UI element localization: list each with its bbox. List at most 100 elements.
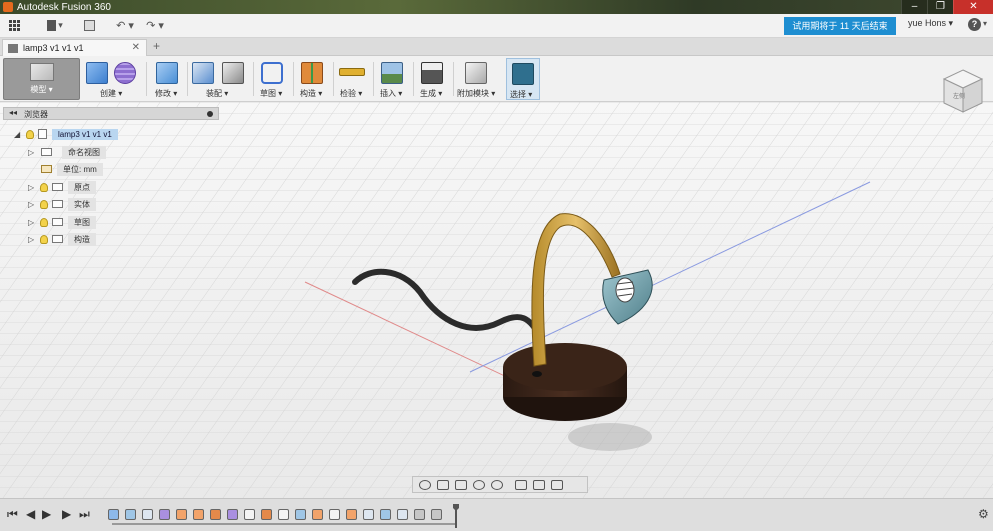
timeline-feature-icon[interactable]	[210, 509, 221, 520]
ribbon-toolbar: 模型 ▾ 创建 ▾ 修改 ▾ 装配 ▾ 草图 ▾ 构造 ▾ 检验 ▾ 插入 ▾ …	[0, 56, 993, 102]
tree-item-units[interactable]: 单位: mm	[28, 162, 103, 176]
tree-root[interactable]: ◢ lamp3 v1 v1 v1	[14, 127, 118, 141]
pan-hand-icon[interactable]	[455, 479, 467, 490]
select-tool[interactable]: 选择 ▾	[506, 58, 540, 100]
expand-arrow-icon[interactable]: ▷	[28, 218, 36, 227]
help-caret[interactable]: ▾	[983, 19, 987, 28]
timeline-feature-icon[interactable]	[244, 509, 255, 520]
timeline-feature-icon[interactable]	[380, 509, 391, 520]
timeline-feature-icon[interactable]	[159, 509, 170, 520]
timeline-feature-icon[interactable]	[193, 509, 204, 520]
close-tab-icon[interactable]: ✕	[132, 42, 140, 53]
tree-item-origin[interactable]: ▷ 原点	[28, 180, 96, 194]
toolbar-separator	[293, 62, 294, 96]
scripts-icon	[465, 62, 487, 84]
redo-button[interactable]: ↷ ▾	[144, 16, 166, 36]
maximize-button[interactable]: ❐	[927, 0, 953, 14]
lamp-base-top	[503, 343, 627, 391]
step-forward-button[interactable]: ▶	[62, 507, 71, 521]
timeline-feature-icon[interactable]	[414, 509, 425, 520]
browser-panel-header[interactable]: ◂◂ 浏览器	[3, 107, 219, 120]
orbit-icon[interactable]	[419, 479, 431, 490]
document-tab[interactable]: lamp3 v1 v1 v1 ✕	[2, 39, 147, 56]
timeline-feature-icon[interactable]	[346, 509, 357, 520]
collapse-browser-icon[interactable]: ◂◂	[9, 108, 17, 117]
timeline-settings-icon[interactable]: ⚙	[978, 507, 989, 521]
window-title: Autodesk Fusion 360	[17, 1, 111, 13]
user-menu[interactable]: yue Hons ▾	[908, 18, 953, 29]
navigation-bar	[412, 476, 588, 493]
visibility-bulb-icon[interactable]	[40, 234, 48, 244]
help-button[interactable]: ?	[968, 18, 981, 31]
file-icon	[47, 20, 57, 31]
fit-icon[interactable]	[491, 479, 503, 490]
visibility-bulb-icon[interactable]	[40, 217, 48, 227]
timeline-feature-icon[interactable]	[142, 509, 153, 520]
tree-item-label: 草图	[68, 215, 96, 229]
timeline-marker-icon[interactable]	[453, 504, 459, 528]
visibility-bulb-icon[interactable]	[40, 182, 48, 192]
timeline-feature-icon[interactable]	[278, 509, 289, 520]
folder-icon	[41, 148, 52, 156]
go-to-end-button[interactable]: ⏭	[79, 507, 90, 522]
timeline-feature-icon[interactable]	[295, 509, 306, 520]
display-settings-icon[interactable]	[515, 479, 527, 490]
visibility-bulb-icon[interactable]	[26, 129, 34, 139]
viewcube-icon[interactable]: 左侧	[942, 68, 984, 114]
viewcube[interactable]: 左侧	[942, 68, 984, 114]
timeline-feature-icon[interactable]	[176, 509, 187, 520]
workspace-switcher[interactable]: 模型 ▾	[3, 58, 80, 100]
timeline-feature-icon[interactable]	[329, 509, 340, 520]
measure-icon	[339, 68, 365, 76]
tree-item-bodies[interactable]: ▷ 实体	[28, 197, 96, 211]
trial-banner[interactable]: 试用期将于 11 天后结束	[784, 17, 896, 35]
grid-settings-icon[interactable]	[533, 479, 545, 490]
expand-arrow-icon[interactable]: ▷	[28, 148, 36, 157]
file-menu-button[interactable]: ▾	[44, 16, 66, 36]
look-at-icon[interactable]	[437, 479, 449, 490]
expand-arrow-icon[interactable]: ▷	[28, 235, 36, 244]
timeline-feature-icon[interactable]	[125, 509, 136, 520]
save-button[interactable]	[78, 16, 100, 36]
zoom-icon[interactable]	[473, 479, 485, 490]
modify-group[interactable]: 修改 ▾	[150, 58, 190, 100]
new-component-icon	[192, 62, 214, 84]
expand-arrow-icon[interactable]: ▷	[28, 200, 36, 209]
play-button[interactable]: ▶	[42, 507, 51, 521]
toolbar-separator	[453, 62, 454, 96]
document-tab-label: lamp3 v1 v1 v1	[23, 43, 84, 53]
sketch-group[interactable]: 草图 ▾	[257, 58, 297, 100]
timeline-feature-icon[interactable]	[261, 509, 272, 520]
addins-group[interactable]: 附加模块 ▾	[457, 58, 505, 100]
construct-group[interactable]: 构造 ▾	[297, 58, 337, 100]
timeline-feature-icon[interactable]	[397, 509, 408, 520]
viewport-canvas[interactable]	[0, 102, 993, 498]
save-icon	[83, 20, 95, 31]
collapse-arrow-icon[interactable]: ◢	[14, 130, 22, 139]
assemble-group[interactable]: 装配 ▾	[190, 58, 252, 100]
tree-item-named-views[interactable]: ▷ 命名视图	[28, 145, 106, 159]
go-to-start-button[interactable]: ⏮	[7, 507, 18, 522]
minimize-button[interactable]: –	[901, 0, 927, 14]
tree-item-construction[interactable]: ▷ 构造	[28, 232, 96, 246]
undo-button[interactable]: ↶ ▾	[114, 16, 136, 36]
step-back-button[interactable]: ◀	[26, 507, 35, 521]
assemble-menu-label: 装配 ▾	[206, 89, 229, 98]
expand-arrow-icon[interactable]: ▷	[28, 183, 36, 192]
timeline-feature-icon[interactable]	[312, 509, 323, 520]
browser-pin-icon[interactable]	[207, 111, 213, 117]
new-tab-button[interactable]: +	[153, 39, 160, 53]
timeline-feature-icon[interactable]	[431, 509, 442, 520]
inspect-group[interactable]: 检验 ▾	[337, 58, 377, 100]
make-group[interactable]: 生成 ▾	[417, 58, 457, 100]
close-button[interactable]: ✕	[953, 0, 993, 14]
tree-item-sketches[interactable]: ▷ 草图	[28, 215, 96, 229]
insert-group[interactable]: 插入 ▾	[377, 58, 417, 100]
timeline-feature-icon[interactable]	[363, 509, 374, 520]
create-group[interactable]: 创建 ▾	[84, 58, 144, 100]
timeline-feature-icon[interactable]	[227, 509, 238, 520]
timeline-feature-icon[interactable]	[108, 509, 119, 520]
viewports-icon[interactable]	[551, 479, 563, 490]
data-panel-button[interactable]	[4, 16, 26, 36]
visibility-bulb-icon[interactable]	[40, 199, 48, 209]
